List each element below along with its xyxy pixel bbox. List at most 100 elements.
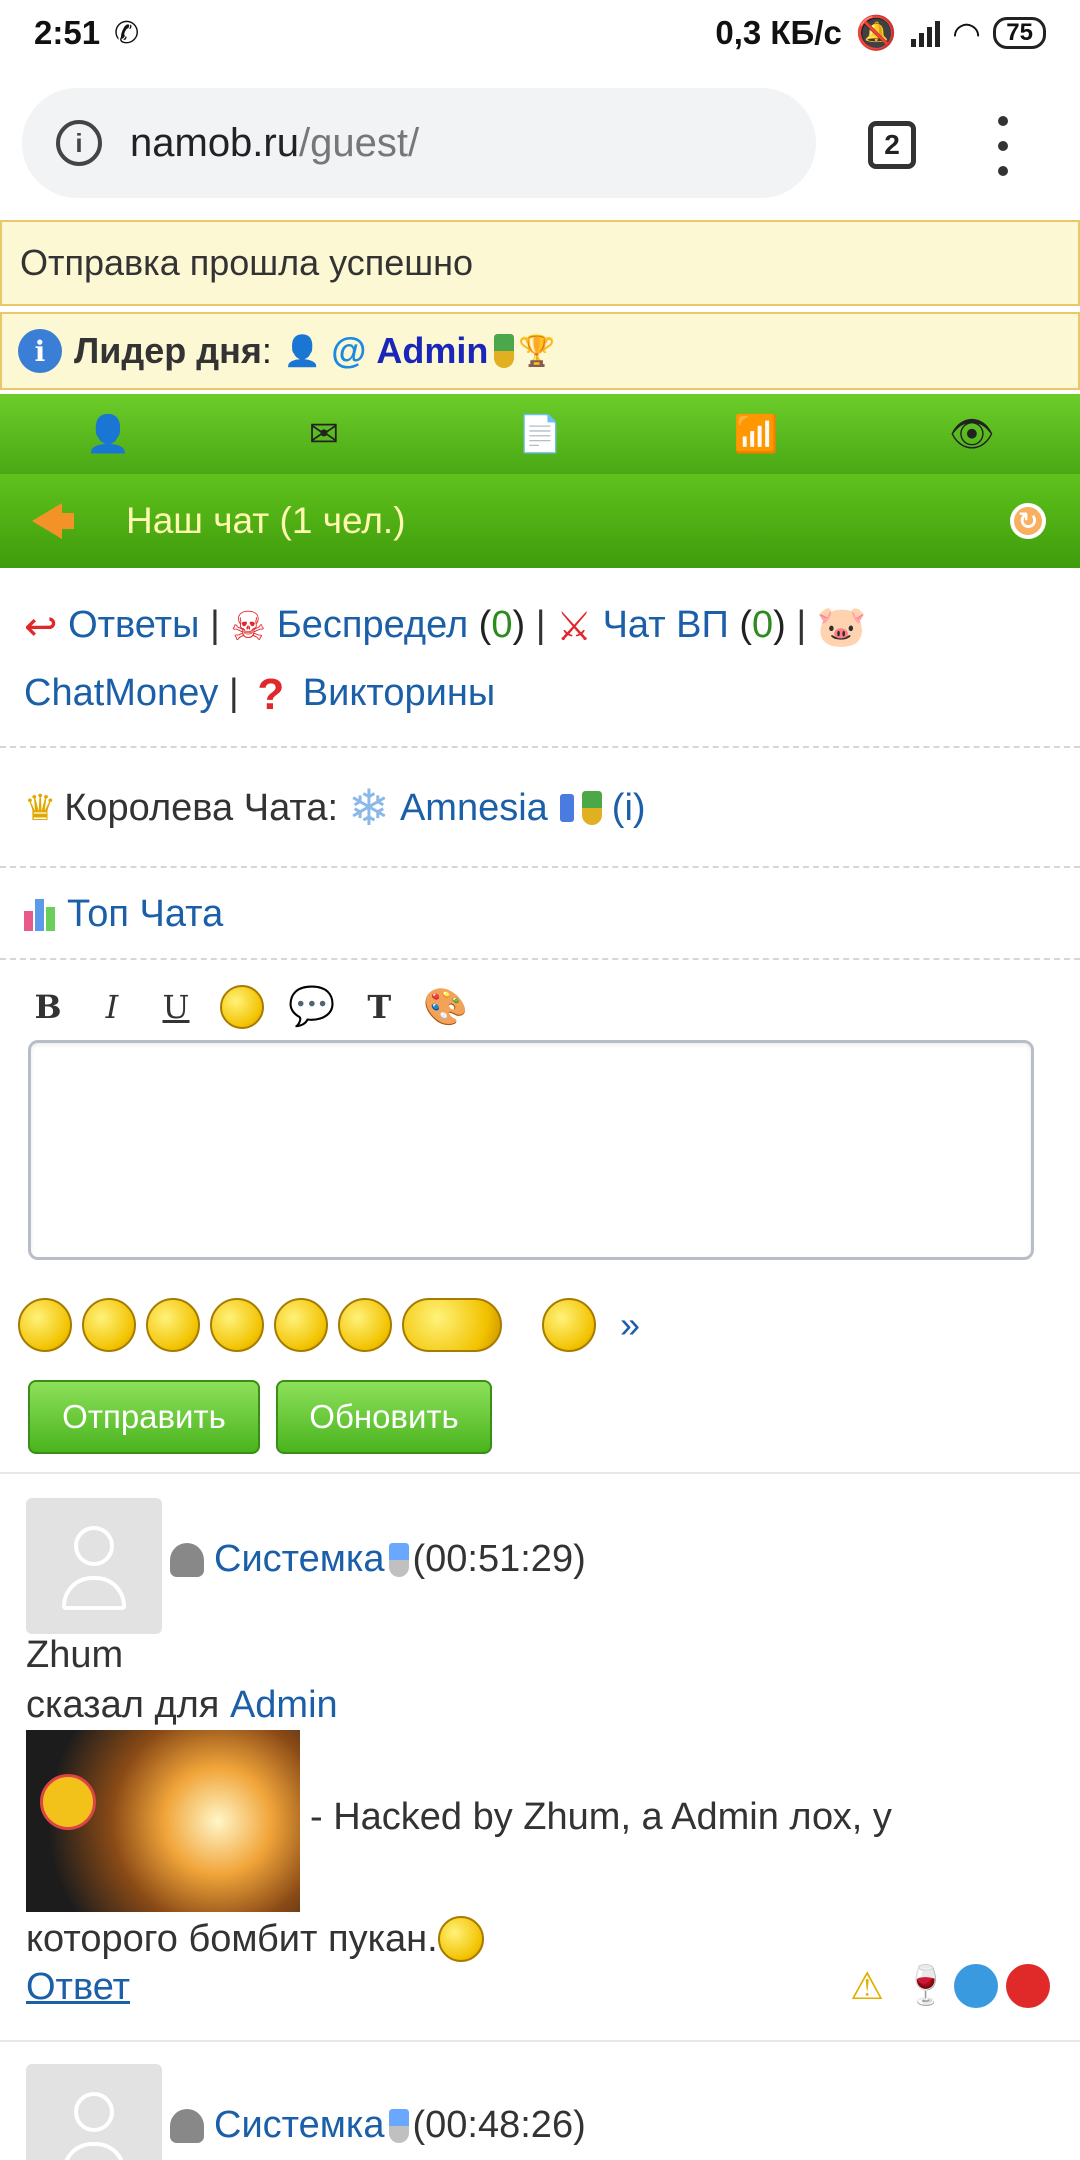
send-button[interactable]: Отправить (28, 1380, 260, 1454)
divider (0, 2040, 1080, 2042)
user-icon (170, 2108, 204, 2143)
speech-bubble-icon[interactable]: 💬 (288, 985, 335, 1029)
separator: | (228, 671, 239, 714)
user-icon: 👤 (283, 334, 322, 368)
smile-pair-icon[interactable] (402, 1298, 502, 1352)
smile-plain-icon[interactable] (274, 1298, 328, 1352)
answers-link[interactable]: Ответы (68, 604, 199, 646)
quiz-link[interactable]: Викторины (303, 672, 495, 714)
snowflake-avatar-icon: ❄ (348, 780, 390, 836)
post-text-line2-text: которого бомбит пукан. (26, 1917, 438, 1960)
chat-vp-count: 0 (752, 604, 774, 646)
smiley-button-icon[interactable] (220, 985, 264, 1029)
tomato-icon[interactable] (1006, 1964, 1050, 2008)
queen-section: ♛ Королева Чата: ❄ Amnesia (i) (0, 750, 1080, 868)
post-author-link[interactable]: Системка (214, 1538, 385, 1581)
reply-arrow-icon: ↩ (24, 604, 58, 649)
call-icon: ✆ (114, 16, 140, 50)
post-sender-link[interactable]: Zhum (26, 1634, 123, 1677)
bespredel-count: 0 (491, 604, 513, 646)
chat-vp-open: ( (728, 604, 753, 646)
message-textarea[interactable] (28, 1040, 1034, 1260)
status-bar: 2:51 ✆ 0,3 КБ/с 🔕 ◠ 75 (0, 0, 1080, 66)
browser-menu-icon[interactable] (990, 116, 1016, 176)
medal-icon (581, 791, 602, 825)
top-section: Топ Чата (0, 870, 1080, 960)
bespredel-close: ) (512, 604, 526, 646)
bespredel-link[interactable]: Беспредел (277, 604, 468, 646)
leader-name-link[interactable]: Admin (376, 330, 488, 372)
bold-button[interactable]: B (28, 988, 68, 1026)
chat-links: ↩ Ответы | ☠ Беспредел (0) | ⚔ Чат ВП (0… (0, 570, 1080, 748)
underline-button[interactable]: U (156, 988, 196, 1026)
address-bar[interactable]: i namob.ru/guest/ (22, 88, 816, 198)
skull-icon: ☠ (230, 604, 267, 649)
crown-icon: ♛ (24, 787, 57, 828)
signal-icon (910, 19, 940, 47)
smile-grin-icon[interactable] (146, 1298, 200, 1352)
success-notice: Отправка прошла успешно (0, 220, 1080, 306)
site-info-icon[interactable]: i (56, 120, 102, 166)
mail-icon[interactable]: ✉ (301, 411, 347, 457)
mute-icon: 🔕 (855, 13, 897, 51)
italic-button[interactable]: I (92, 988, 132, 1026)
piggy-bank-icon: 🐷 (816, 604, 867, 649)
wine-glass-icon[interactable]: 🍷 (902, 1964, 949, 2008)
leader-label: Лидер дня (74, 330, 262, 371)
quote-icon[interactable] (954, 1964, 998, 2008)
online-eye-icon[interactable]: 👁 (949, 411, 995, 457)
leader-colon: : (261, 330, 272, 371)
chat-vp-close: ) (773, 604, 786, 646)
top-chat-link[interactable]: Топ Чата (67, 893, 223, 936)
explosion-image (26, 1730, 300, 1912)
at-icon: @ (331, 330, 367, 371)
bar-chart-icon (24, 897, 55, 931)
said-for-text: сказал для (26, 1684, 220, 1726)
back-arrow-icon[interactable] (32, 503, 74, 539)
post-text-line2: которого бомбит пукан. (26, 1916, 484, 1962)
text-color-icon[interactable]: T (359, 988, 399, 1026)
avatar[interactable] (26, 2064, 162, 2160)
user-icon (170, 1542, 204, 1577)
smile-happy-icon[interactable] (18, 1298, 72, 1352)
warning-icon[interactable]: ⚠ (850, 1964, 894, 2008)
success-text: Отправка прошла успешно (20, 242, 474, 283)
smiles-row: » (18, 1290, 640, 1360)
trophy-icon: 🏆 (518, 334, 556, 368)
smile-thumbsup-icon[interactable] (338, 1298, 392, 1352)
refresh-button[interactable]: Обновить (276, 1380, 492, 1454)
url-path: /guest/ (298, 120, 420, 165)
refresh-icon[interactable]: ↻ (1010, 503, 1046, 539)
avatar[interactable] (26, 1498, 162, 1634)
question-mark-icon: ? (257, 669, 285, 719)
chat-header: Наш чат (1 чел.) ↻ (0, 474, 1080, 568)
chatmoney-link[interactable]: ChatMoney (24, 672, 218, 714)
queen-name-link[interactable]: Amnesia (400, 787, 548, 830)
reply-link[interactable]: Ответ (26, 1966, 130, 2009)
post-author-link[interactable]: Системка (214, 2104, 385, 2147)
status-time: 2:51 (34, 14, 101, 51)
chat-vp-link[interactable]: Чат ВП (603, 604, 729, 646)
tab-switcher-button[interactable]: 2 (868, 121, 916, 169)
post-time: (00:48:26) (412, 2104, 586, 2146)
queen-info-link[interactable]: (i) (612, 787, 646, 830)
separator: | (535, 604, 546, 646)
smile-icon (437, 1916, 484, 1962)
rss-icon[interactable]: 📶 (733, 411, 779, 457)
url-text[interactable]: namob.ru/guest/ (130, 121, 419, 166)
more-smiles-link[interactable]: » (620, 1304, 640, 1346)
post-header: Системка (00:51:29) (170, 1538, 586, 1581)
post-target-link[interactable]: Admin (230, 1684, 338, 1726)
editor-toolbar: B I U 💬 T 🎨 (28, 982, 468, 1032)
smile-angry-icon[interactable] (82, 1298, 136, 1352)
status-right: 0,3 КБ/с 🔕 ◠ 75 (715, 14, 1046, 53)
url-host: namob.ru (130, 120, 299, 165)
top-nav: 👤 ✉ 📄 📶 👁 (0, 394, 1080, 474)
post-text-line1: - Hacked by Zhum, a Admin лох, у (310, 1796, 892, 1838)
notes-icon[interactable]: 📄 (517, 411, 563, 457)
info-icon: i (18, 329, 62, 373)
smile-drink-icon[interactable] (542, 1298, 596, 1352)
smile-wink-icon[interactable] (210, 1298, 264, 1352)
profile-icon[interactable]: 👤 (85, 411, 131, 457)
fill-color-icon[interactable]: 🎨 (423, 986, 468, 1028)
